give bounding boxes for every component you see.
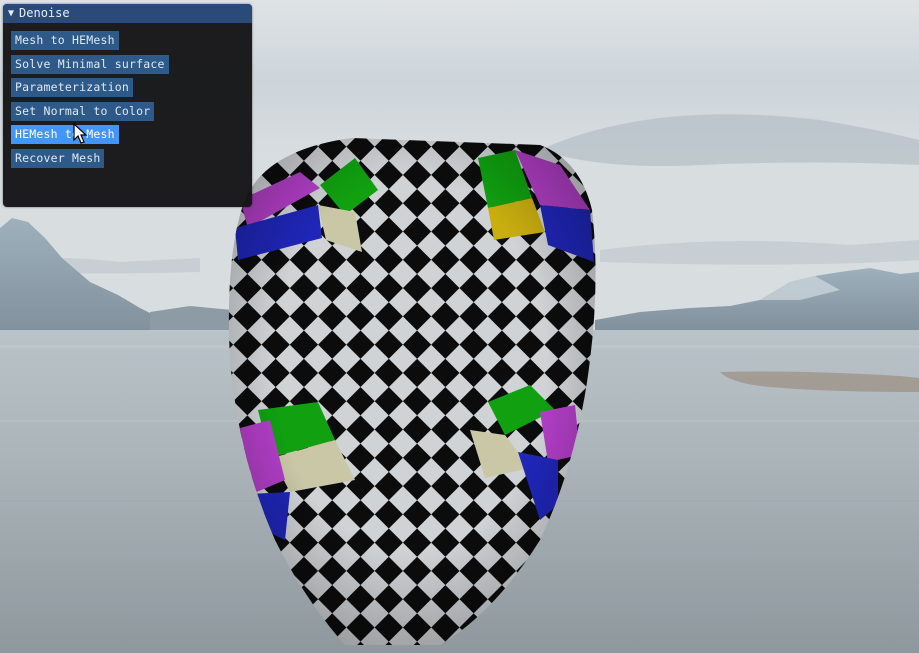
set-normal-to-color-button[interactable]: Set Normal to Color bbox=[11, 101, 155, 121]
window-titlebar[interactable]: ▼ Denoise bbox=[3, 4, 252, 23]
3d-viewport[interactable]: ▼ Denoise Mesh to HEMesh Solve Minimal s… bbox=[0, 0, 919, 653]
mesh-to-hemesh-button[interactable]: Mesh to HEMesh bbox=[11, 31, 119, 50]
collapse-arrow-icon[interactable]: ▼ bbox=[8, 4, 14, 23]
denoise-window[interactable]: ▼ Denoise Mesh to HEMesh Solve Minimal s… bbox=[3, 4, 252, 207]
window-title: Denoise bbox=[19, 6, 70, 20]
mouse-cursor-icon bbox=[73, 123, 88, 144]
solve-minimal-surface-button[interactable]: Solve Minimal surface bbox=[11, 54, 169, 74]
window-body: Mesh to HEMesh Solve Minimal surface Par… bbox=[3, 23, 252, 168]
parameterization-button[interactable]: Parameterization bbox=[11, 78, 133, 97]
recover-mesh-button[interactable]: Recover Mesh bbox=[11, 148, 105, 168]
hemesh-to-mesh-button[interactable]: HEMesh to Mesh bbox=[11, 125, 119, 144]
